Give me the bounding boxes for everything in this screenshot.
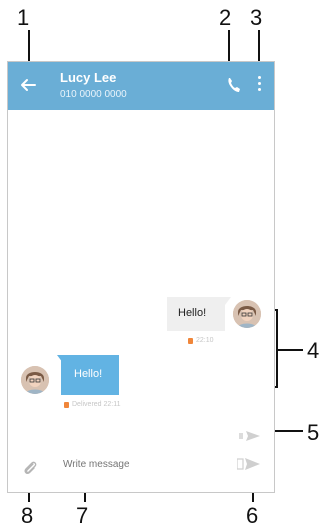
delivered-icon [64,402,69,408]
own-avatar[interactable] [233,300,261,328]
send-icon[interactable] [239,429,261,441]
send-button[interactable] [236,457,261,471]
callout-8: 8 [21,503,34,528]
status-icon [188,338,193,344]
contact-avatar[interactable] [21,366,49,394]
outgoing-message-bubble[interactable]: Hello! [167,297,225,331]
more-vert-icon[interactable] [258,76,262,94]
incoming-message-bubble[interactable]: Hello! [61,355,119,395]
callout-3: 3 [250,5,263,30]
phone-screen: Lucy Lee 010 0000 0000 Hello! 22:10 Hell… [7,61,275,493]
back-arrow-icon[interactable] [18,75,38,95]
outgoing-message-text: Hello! [178,307,207,319]
paperclip-icon[interactable] [22,459,38,477]
incoming-message-text: Hello! [74,368,103,380]
callout-7: 7 [76,503,89,528]
phone-icon[interactable] [226,76,242,94]
callout-1: 1 [17,5,30,30]
callout-5: 5 [307,420,320,445]
contact-name: Lucy Lee [60,70,117,85]
incoming-message-status: Delivered 22:11 [72,401,121,408]
callout-4: 4 [307,338,320,363]
callout-2: 2 [219,5,232,30]
outgoing-message-time: 22:10 [196,337,214,344]
leader-line-4 [277,349,303,351]
app-bar: Lucy Lee 010 0000 0000 [8,62,274,110]
callout-6: 6 [246,503,259,528]
outgoing-bubble-tail [225,297,231,305]
message-input[interactable] [63,459,228,470]
contact-phone-number: 010 0000 0000 [60,89,127,100]
